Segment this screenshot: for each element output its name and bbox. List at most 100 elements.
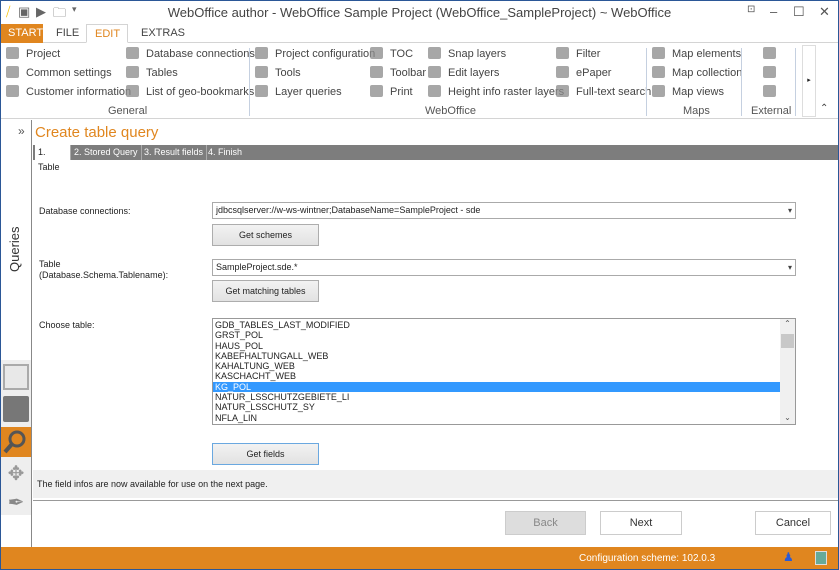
close-button[interactable]: ✕	[819, 4, 830, 20]
ribbon-project[interactable]: Project	[6, 46, 60, 63]
ribbon-map-collection[interactable]: Map collection	[652, 65, 742, 82]
scrollbar[interactable]: ⌃ ⌄	[780, 319, 795, 424]
new-query-icon[interactable]	[3, 364, 29, 390]
label: TOC	[390, 48, 414, 60]
ribbon-location[interactable]	[763, 65, 783, 82]
ribbon-pin[interactable]	[763, 46, 783, 63]
ribbon-layer-queries[interactable]: Layer queries	[255, 84, 342, 101]
ribbon-toolbar[interactable]: Toolbar	[370, 65, 426, 82]
table-list-item[interactable]: HAUS_POL	[213, 341, 780, 351]
scroll-up-icon[interactable]: ⌃	[780, 319, 795, 328]
step-stored-query[interactable]: 2. Stored Query	[71, 145, 142, 160]
ribbon-db-search[interactable]	[763, 84, 783, 101]
cancel-button[interactable]: Cancel	[755, 511, 831, 535]
ribbon-customer-information[interactable]: Customer information	[6, 84, 131, 101]
label: Common settings	[26, 67, 112, 79]
ribbon-full-text-search[interactable]: Full-text search	[556, 84, 651, 101]
value: SampleProject.sde.*	[216, 262, 298, 272]
table-list-item[interactable]: NATUR_LSSCHUTZ_SY	[213, 402, 780, 412]
magnifier-icon	[3, 430, 26, 454]
ribbon: Project Common settings Customer informa…	[0, 43, 839, 119]
ribbon-snap-layers[interactable]: Snap layers	[428, 46, 506, 63]
label: Filter	[576, 48, 601, 60]
table-select[interactable]: SampleProject.sde.* ▾	[212, 259, 796, 276]
tab-extras[interactable]: EXTRAS	[133, 24, 193, 43]
tab-edit[interactable]: EDIT	[86, 24, 128, 43]
get-fields-button[interactable]: Get fields	[212, 443, 319, 465]
group-label-general: General	[108, 105, 148, 117]
edit-move-icon[interactable]: ✥	[3, 461, 29, 487]
pen-icon[interactable]: ✒	[3, 490, 29, 516]
info-message: The field infos are now available for us…	[33, 470, 839, 498]
ribbon-tools[interactable]: Tools	[255, 65, 301, 82]
step-result-fields[interactable]: 3. Result fields	[141, 145, 208, 160]
table-list-item[interactable]: NFLA_LIN	[213, 413, 780, 423]
label: Tools	[275, 67, 301, 79]
user-icon[interactable]: ♟	[783, 550, 794, 564]
table-list[interactable]: GDB_TABLES_LAST_MODIFIED GRST_POL HAUS_POL…	[212, 318, 796, 425]
label: Customer information	[26, 86, 132, 98]
get-matching-tables-button[interactable]: Get matching tables	[212, 280, 319, 302]
ribbon-edit-layers[interactable]: Edit layers	[428, 65, 499, 82]
map-collection-icon	[652, 66, 665, 78]
label: Project configuration	[275, 48, 376, 60]
filter-icon	[556, 47, 569, 59]
minimize-button[interactable]: –	[770, 4, 777, 19]
table-list-item[interactable]: KASCHACHT_WEB	[213, 371, 780, 381]
tab-start[interactable]: START	[0, 24, 43, 43]
database-icon	[126, 47, 139, 59]
table-list-item[interactable]: GRST_POL	[213, 330, 780, 340]
ribbon-tables[interactable]: Tables	[126, 65, 178, 82]
back-button[interactable]: Back	[505, 511, 586, 535]
ribbon-epaper[interactable]: ePaper	[556, 65, 611, 82]
table-list-item[interactable]: GDB_TABLES_LAST_MODIFIED	[213, 320, 780, 330]
scroll-thumb[interactable]	[781, 334, 794, 348]
table-list-item[interactable]: KG_POL	[213, 381, 780, 393]
choose-table-label: Choose table:	[39, 320, 95, 330]
ribbon-geo-bookmarks[interactable]: List of geo-bookmarks	[126, 84, 254, 101]
table-list-item[interactable]: KAHALTUNG_WEB	[213, 361, 780, 371]
table-list-item[interactable]: NATUR_LSSCHUTZGEBIETE_LI	[213, 392, 780, 402]
monitor-icon[interactable]	[815, 551, 827, 565]
page-title: Create table query	[35, 124, 159, 141]
wizard-steps: 1. Table 2. Stored Query 3. Result field…	[33, 145, 839, 172]
queries-label: Queries	[7, 226, 22, 272]
epaper-icon	[556, 66, 569, 78]
chevron-down-icon: ▾	[787, 206, 792, 215]
tab-file[interactable]: FILE	[48, 24, 87, 43]
value: jdbcsqlserver://w-ws-wintner;DatabaseNam…	[216, 205, 481, 215]
ribbon-height-info[interactable]: Height info raster layers	[428, 84, 564, 101]
status-bar: Configuration scheme: 102.0.3 ♟	[0, 547, 839, 570]
ribbon-database-connections[interactable]: Database connections	[126, 46, 255, 63]
label: Project	[26, 48, 61, 60]
configuration-scheme: Configuration scheme: 102.0.3	[579, 553, 716, 564]
notebook-icon[interactable]	[3, 396, 29, 422]
ribbon-print[interactable]: Print	[370, 84, 413, 101]
collapse-ribbon-icon[interactable]: ⌃	[820, 103, 828, 114]
table-label-hint: (Database.Schema.Tablename):	[39, 270, 169, 280]
maximize-button[interactable]: ☐	[793, 4, 805, 20]
restore-ribbon-button[interactable]: ⊡	[747, 4, 755, 15]
ribbon-map-elements[interactable]: Map elements	[652, 46, 741, 63]
step-finish[interactable]: 4. Finish	[205, 145, 245, 160]
step-table[interactable]: 1. Table	[35, 145, 71, 172]
label: Tables	[146, 67, 178, 79]
ribbon-project-configuration[interactable]: Project configuration	[255, 46, 375, 63]
table-list-item[interactable]: KABEFHALTUNGALL_WEB	[213, 351, 780, 361]
ribbon-map-views[interactable]: Map views	[652, 84, 724, 101]
ribbon-scroll-right-icon[interactable]: ▸	[802, 45, 816, 117]
database-connections-select[interactable]: jdbcsqlserver://w-ws-wintner;DatabaseNam…	[212, 202, 796, 219]
sidebar-tools: ✥ ✒	[0, 360, 31, 515]
next-button[interactable]: Next	[600, 511, 682, 535]
label: Layer queries	[275, 86, 342, 98]
expand-sidebar-icon[interactable]: »	[18, 124, 25, 138]
ribbon-common-settings[interactable]: Common settings	[6, 65, 112, 82]
query-search-tool[interactable]	[0, 427, 31, 457]
divider	[646, 48, 647, 116]
ribbon-toc[interactable]: TOC	[370, 46, 413, 63]
scroll-down-icon[interactable]: ⌄	[780, 413, 795, 422]
gears-icon	[6, 66, 19, 78]
get-schemes-button[interactable]: Get schemes	[212, 224, 319, 246]
ribbon-filter[interactable]: Filter	[556, 46, 600, 63]
menu-tabs: START FILE EDIT EXTRAS	[0, 24, 839, 43]
